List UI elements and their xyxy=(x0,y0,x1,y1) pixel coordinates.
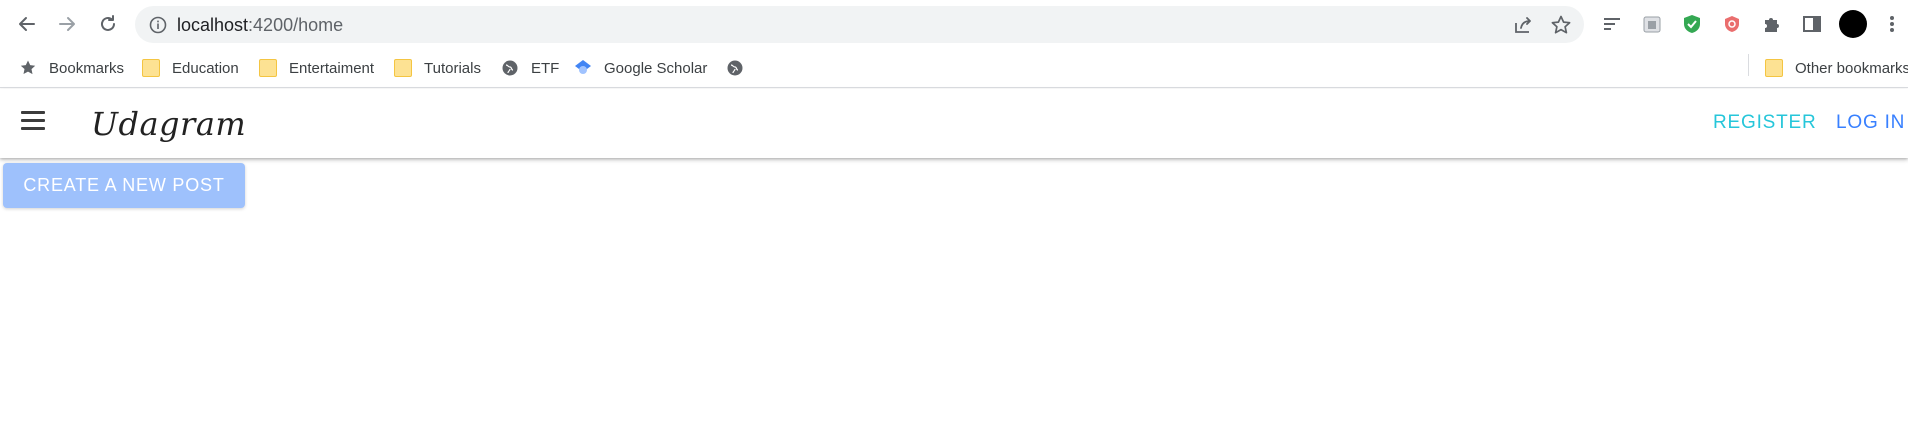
url-host: localhost xyxy=(177,15,249,35)
bookmark-globe[interactable] xyxy=(726,56,756,80)
bookmark-google-scholar[interactable]: Google Scholar xyxy=(574,56,707,80)
star-icon[interactable] xyxy=(1550,14,1572,36)
bookmark-label: Google Scholar xyxy=(604,59,708,77)
bookmark-entertaiment[interactable]: Entertaiment xyxy=(259,56,374,80)
info-icon[interactable] xyxy=(149,16,167,34)
other-bookmarks-label: Other bookmarks xyxy=(1795,59,1908,77)
create-post-button[interactable]: CREATE A NEW POST xyxy=(3,163,245,208)
bookmark-bookmarks[interactable]: Bookmarks xyxy=(19,56,124,80)
globe-icon xyxy=(726,59,744,77)
back-arrow-icon[interactable] xyxy=(12,9,42,39)
folder-icon xyxy=(394,59,412,77)
app-header: Udagram REGISTER LOG IN xyxy=(0,89,1908,158)
profile-avatar[interactable] xyxy=(1839,10,1867,38)
browser-toolbar: localhost:4200/home xyxy=(0,0,1908,48)
more-menu-icon[interactable] xyxy=(1880,12,1904,36)
clipboard-extension-icon[interactable] xyxy=(1640,12,1664,36)
share-icon[interactable] xyxy=(1512,14,1534,36)
folder-icon xyxy=(1765,59,1783,77)
puzzle-extension-icon[interactable] xyxy=(1760,12,1784,36)
address-bar[interactable]: localhost:4200/home xyxy=(135,6,1584,43)
hamburger-menu-icon[interactable] xyxy=(21,111,47,133)
forward-arrow-icon[interactable] xyxy=(52,9,82,39)
bookmark-label: Tutorials xyxy=(424,59,481,77)
tab-search-icon[interactable] xyxy=(1600,12,1624,36)
folder-icon xyxy=(142,59,160,77)
globe-icon xyxy=(501,59,519,77)
bookmark-tutorials[interactable]: Tutorials xyxy=(394,56,481,80)
bookmark-other[interactable]: Other bookmarks xyxy=(1765,56,1908,80)
bookmark-etf[interactable]: ETF xyxy=(501,56,559,80)
bookmark-label: ETF xyxy=(531,59,560,77)
adblock-extension-icon[interactable] xyxy=(1720,12,1744,36)
folder-icon xyxy=(259,59,277,77)
register-link[interactable]: REGISTER xyxy=(1713,112,1817,134)
bookmarks-separator xyxy=(1748,54,1749,76)
bookmark-label: Entertaiment xyxy=(289,59,375,77)
scholar-icon xyxy=(574,59,592,77)
bookmark-education[interactable]: Education xyxy=(142,56,239,80)
bookmarks-bar: Bookmarks Education Entertaiment Tutoria… xyxy=(0,48,1908,88)
bookmark-label: Bookmarks xyxy=(49,59,125,77)
url-text[interactable]: localhost:4200/home xyxy=(177,15,343,36)
url-path: :4200/home xyxy=(248,15,344,35)
side-panel-icon[interactable] xyxy=(1800,12,1824,36)
star-icon xyxy=(19,59,37,77)
reload-icon[interactable] xyxy=(93,9,123,39)
login-link[interactable]: LOG IN xyxy=(1836,112,1905,134)
shield-extension-icon[interactable] xyxy=(1680,12,1704,36)
bookmark-label: Education xyxy=(172,59,239,77)
brand-logo[interactable]: Udagram xyxy=(91,105,246,143)
